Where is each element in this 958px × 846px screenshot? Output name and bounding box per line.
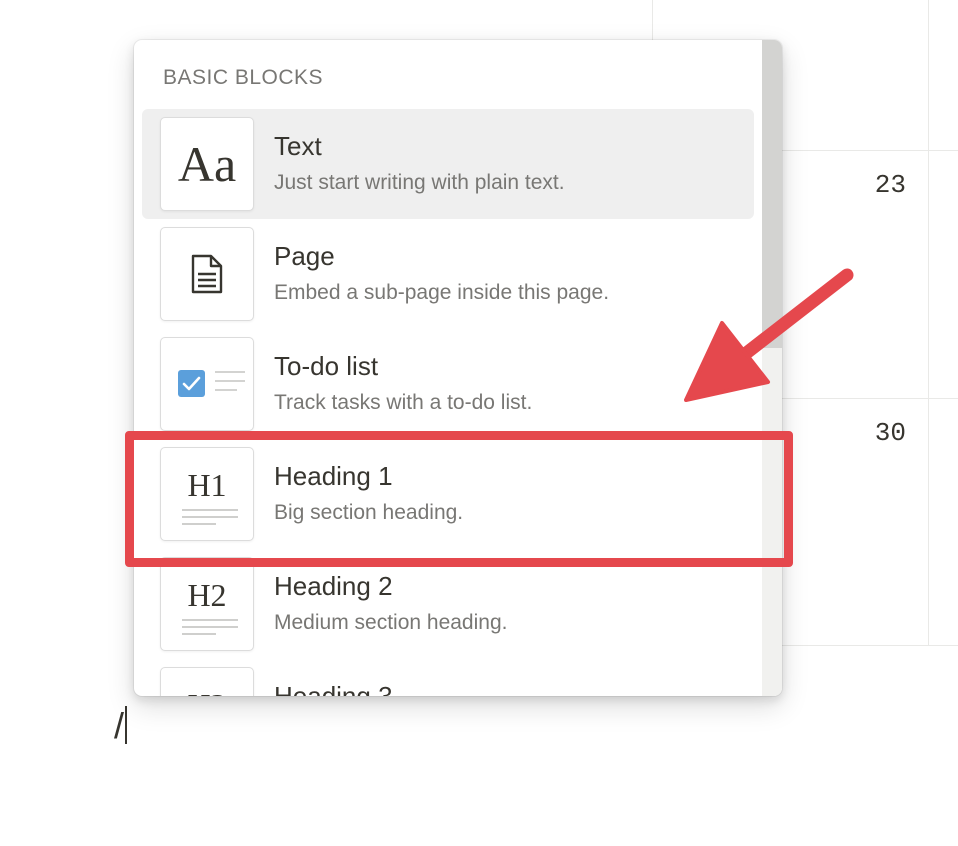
menu-item-description: Medium section heading. — [274, 611, 508, 634]
heading-3-icon: H3 — [160, 667, 254, 696]
menu-item-description: Just start writing with plain text. — [274, 171, 565, 194]
menu-item-title: Text — [274, 131, 322, 161]
thumb-label: H1 — [187, 467, 227, 503]
menu-item-title: Page — [274, 241, 335, 271]
menu-item-heading-2[interactable]: H2 Heading 2 Medium section heading. — [142, 549, 754, 659]
thumb-label: Aa — [177, 136, 237, 192]
annotation-arrow-icon — [684, 268, 854, 402]
menu-item-description: Big section heading. — [274, 501, 464, 524]
heading-2-icon: H2 — [160, 557, 254, 651]
menu-item-description: Embed a sub-page inside this page. — [274, 281, 610, 304]
calendar-grid-line — [928, 0, 929, 646]
page-document-icon — [160, 227, 254, 321]
todo-checkbox-icon — [160, 337, 254, 431]
text-caret — [125, 706, 128, 744]
menu-item-title: Heading 1 — [274, 461, 393, 491]
menu-item-description: Track tasks with a to-do list. — [274, 391, 533, 414]
menu-item-page[interactable]: Page Embed a sub-page inside this page. — [142, 219, 754, 329]
calendar-day-number[interactable]: 30 — [846, 418, 906, 448]
calendar-grid-line — [782, 150, 958, 151]
menu-item-todo-list[interactable]: To-do list Track tasks with a to-do list… — [142, 329, 754, 439]
text-aa-icon: Aa — [160, 117, 254, 211]
checkbox-checked-icon — [178, 370, 205, 397]
page-document-icon-svg — [191, 254, 223, 294]
menu-item-title: Heading 3 — [274, 681, 393, 696]
menu-item-title: Heading 2 — [274, 571, 393, 601]
calendar-day-number[interactable]: 23 — [846, 170, 906, 200]
heading-1-icon: H1 — [160, 447, 254, 541]
thumb-label: H2 — [187, 577, 227, 613]
menu-item-heading-3[interactable]: H3 Heading 3 — [142, 659, 754, 696]
thumb-label: H3 — [161, 687, 253, 696]
menu-item-heading-1[interactable]: H1 Heading 1 Big section heading. — [142, 439, 754, 549]
menu-item-title: To-do list — [274, 351, 379, 381]
block-menu-list: Aa Text Just start writing with plain te… — [142, 109, 754, 696]
slash-text: / — [114, 705, 125, 746]
calendar-grid-line — [782, 645, 958, 646]
menu-item-text[interactable]: Aa Text Just start writing with plain te… — [142, 109, 754, 219]
section-title-basic-blocks: BASIC BLOCKS — [163, 66, 324, 89]
editor-slash-command[interactable]: / — [114, 705, 128, 747]
